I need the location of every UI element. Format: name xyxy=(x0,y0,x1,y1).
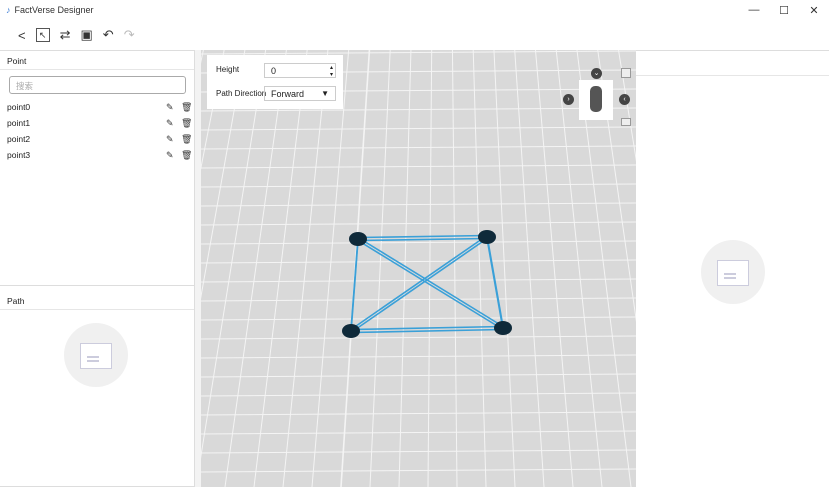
grid-line xyxy=(451,50,458,487)
path-point[interactable] xyxy=(478,230,496,244)
grid-line xyxy=(201,430,636,435)
undo-icon[interactable]: ↶ xyxy=(103,27,114,43)
grid-line xyxy=(201,411,636,416)
path-segment xyxy=(486,238,504,330)
grid-line xyxy=(201,126,636,131)
chevron-down-icon: ▼ xyxy=(321,89,329,98)
viewport-splitter[interactable] xyxy=(195,50,201,487)
save-icon[interactable]: ▣ xyxy=(81,27,93,43)
title-bar: ♪ FactVerse Designer — ☐ ✕ xyxy=(0,0,829,20)
grid-line xyxy=(201,50,204,64)
grid-line xyxy=(369,50,391,487)
grid-line xyxy=(534,50,574,487)
point-name: point1 xyxy=(7,118,31,128)
grid-line xyxy=(201,392,636,397)
edit-icon[interactable]: ✎ xyxy=(166,150,174,161)
path-segment xyxy=(350,328,504,334)
path-point[interactable] xyxy=(494,321,512,335)
delete-icon[interactable]: 🗑 xyxy=(181,150,192,161)
height-label: Height xyxy=(216,65,240,74)
point-list-item[interactable]: point2 ✎ 🗑 xyxy=(0,131,194,147)
grid-line xyxy=(201,449,636,454)
grid-line xyxy=(311,50,350,487)
right-panel xyxy=(636,50,829,487)
app-title: FactVerse Designer xyxy=(14,5,94,15)
left-panel: Point 搜索 point0 ✎ 🗑 point1 ✎ 🗑 point2 ✎ 🗑 point3 ✎… xyxy=(0,50,195,487)
zoom-fit-icon[interactable] xyxy=(621,68,631,78)
select-icon[interactable]: ↖ xyxy=(35,28,50,42)
grid-line xyxy=(427,50,433,487)
app-logo-icon: ♪ xyxy=(6,5,11,15)
grid-line xyxy=(201,50,246,300)
grid-line xyxy=(201,297,636,302)
path-point[interactable] xyxy=(342,324,360,338)
panel-splitter[interactable] xyxy=(0,285,195,286)
grid-line xyxy=(201,164,636,169)
point-panel-title: Point xyxy=(0,51,194,70)
point-name: point0 xyxy=(7,102,31,112)
grid-line xyxy=(472,50,487,487)
path-icon[interactable]: ⇄ xyxy=(60,27,71,43)
search-input[interactable]: 搜索 xyxy=(9,76,186,94)
height-value: 0 xyxy=(271,66,277,76)
grid-line xyxy=(201,240,636,245)
point-list-item[interactable]: point1 ✎ 🗑 xyxy=(0,115,194,131)
path-segment xyxy=(357,237,488,242)
grid-line xyxy=(201,50,225,171)
grid-line xyxy=(253,50,308,487)
properties-panel: Height 0 ▴ ▾ Path Direction Forward ▼ xyxy=(207,55,343,109)
back-icon[interactable]: < xyxy=(18,28,26,43)
point-name: point3 xyxy=(7,150,31,160)
minimize-button[interactable]: — xyxy=(739,0,769,20)
grid-line xyxy=(201,354,636,359)
grid-line xyxy=(201,202,636,207)
empty-box-icon xyxy=(64,323,128,387)
grid-line xyxy=(201,259,636,264)
grid-line xyxy=(282,50,329,487)
path-point[interactable] xyxy=(349,232,367,246)
path-segment xyxy=(350,325,504,331)
grid-toggle-icon[interactable] xyxy=(621,118,631,126)
grid-line xyxy=(201,50,636,55)
view-down-button[interactable]: ⌄ xyxy=(591,68,602,79)
grid-line xyxy=(201,335,636,340)
empty-box-icon xyxy=(701,240,765,304)
grid-line xyxy=(201,278,636,283)
view-cube[interactable] xyxy=(579,80,613,120)
point-list-item[interactable]: point3 ✎ 🗑 xyxy=(0,147,194,163)
3d-viewport[interactable]: Height 0 ▴ ▾ Path Direction Forward ▼ ⌄ › ‹ xyxy=(201,50,636,487)
path-direction-select[interactable]: Forward ▼ xyxy=(264,86,336,101)
view-right-button[interactable]: › xyxy=(563,94,574,105)
path-segment xyxy=(357,234,488,239)
redo-icon[interactable]: ↷ xyxy=(124,27,135,43)
edit-icon[interactable]: ✎ xyxy=(166,134,174,145)
path-panel-title: Path xyxy=(0,291,194,310)
path-direction-label: Path Direction xyxy=(216,89,267,98)
grid-line xyxy=(617,50,636,162)
grid-line xyxy=(201,145,636,150)
edit-icon[interactable]: ✎ xyxy=(166,118,174,129)
grid-line xyxy=(493,50,516,487)
height-input[interactable]: 0 ▴ ▾ xyxy=(264,63,336,78)
grid-line xyxy=(514,50,545,487)
delete-icon[interactable]: 🗑 xyxy=(181,118,192,129)
spinner-icon[interactable]: ▴ ▾ xyxy=(330,64,333,78)
edit-icon[interactable]: ✎ xyxy=(166,102,174,113)
close-button[interactable]: ✕ xyxy=(799,0,829,20)
path-direction-value: Forward xyxy=(271,89,305,99)
grid-line xyxy=(201,221,636,226)
delete-icon[interactable]: 🗑 xyxy=(181,102,192,113)
maximize-button[interactable]: ☐ xyxy=(769,0,799,20)
point-list-item[interactable]: point0 ✎ 🗑 xyxy=(0,99,194,115)
grid-line xyxy=(201,316,636,321)
grid-line xyxy=(201,373,636,378)
floor-grid xyxy=(201,50,636,487)
grid-line xyxy=(201,468,636,473)
toolbar: < ↖ ⇄ ▣ ↶ ↷ xyxy=(0,22,829,48)
delete-icon[interactable]: 🗑 xyxy=(181,134,192,145)
view-left-button[interactable]: ‹ xyxy=(619,94,630,105)
point-name: point2 xyxy=(7,134,31,144)
